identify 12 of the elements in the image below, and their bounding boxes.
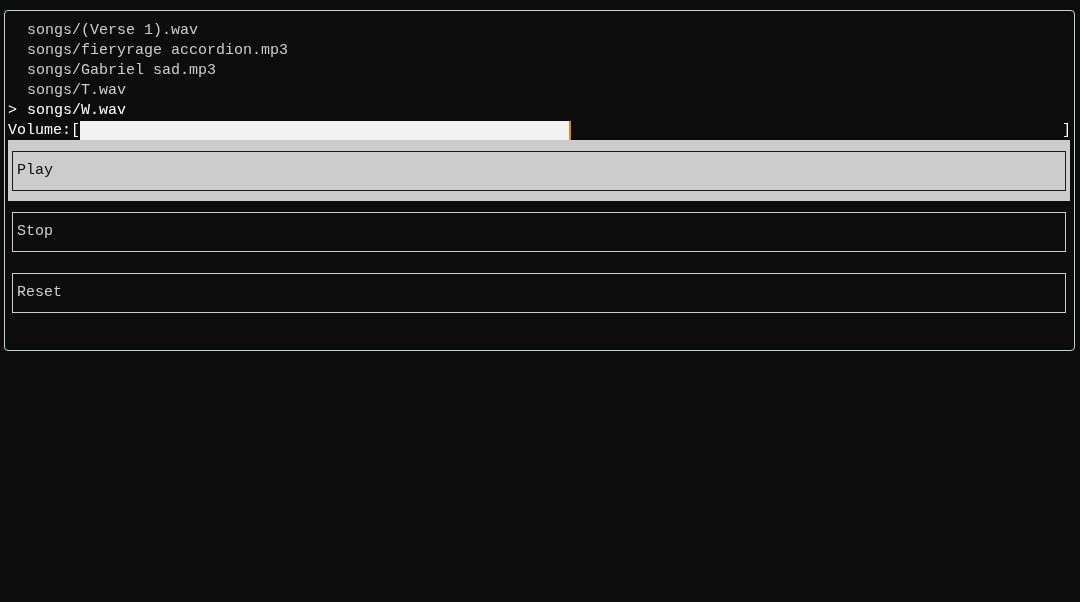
bracket: [ xyxy=(71,120,81,141)
action-button[interactable]: Reset xyxy=(12,273,1066,313)
action-button[interactable]: Play xyxy=(12,151,1066,191)
song-item[interactable]: songs/fieryrage accordion.mp3 xyxy=(27,41,289,61)
selection-cursor: > xyxy=(8,102,17,119)
bracket: ] xyxy=(1062,120,1071,141)
volume-label: Volume: xyxy=(8,120,71,141)
song-item[interactable]: songs/W.wav xyxy=(27,101,127,121)
song-item[interactable]: songs/(Verse 1).wav xyxy=(27,21,199,41)
action-button[interactable]: Stop xyxy=(12,212,1066,252)
song-item[interactable]: songs/Gabriel sad.mp3 xyxy=(27,61,217,81)
song-item[interactable]: songs/T.wav xyxy=(27,81,127,101)
